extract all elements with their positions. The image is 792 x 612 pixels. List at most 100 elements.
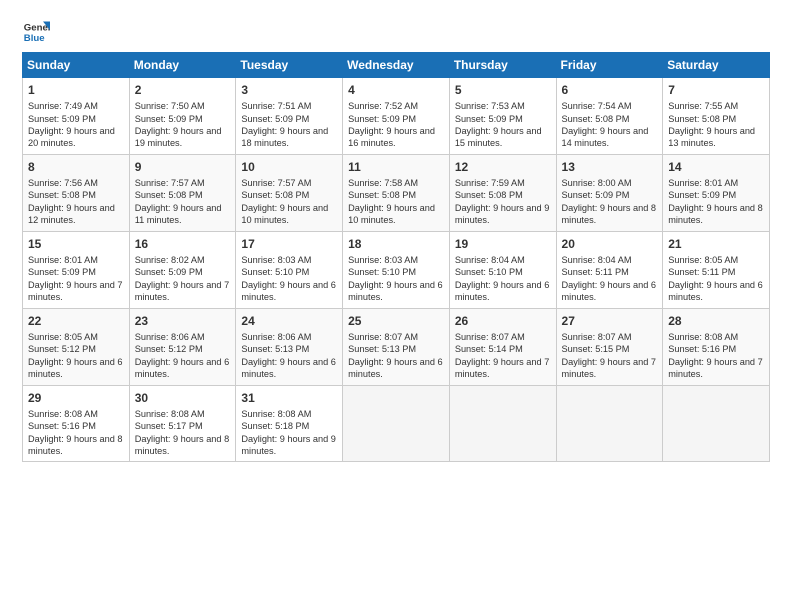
cell-content: Sunrise: 8:05 AMSunset: 5:11 PMDaylight:…	[668, 254, 764, 304]
cell-content: Sunrise: 8:05 AMSunset: 5:12 PMDaylight:…	[28, 331, 124, 381]
calendar-week-2: 8 Sunrise: 7:56 AMSunset: 5:08 PMDaylight…	[23, 154, 770, 231]
calendar-day-13: 13 Sunrise: 8:00 AMSunset: 5:09 PMDayligh…	[556, 154, 663, 231]
calendar-day-30: 30Sunrise: 8:08 AMSunset: 5:17 PMDayligh…	[129, 385, 236, 462]
calendar-day-15: 15 Sunrise: 8:01 AMSunset: 5:09 PMDayligh…	[23, 231, 130, 308]
day-number: 27	[562, 313, 658, 329]
calendar-day-14: 14 Sunrise: 8:01 AMSunset: 5:09 PMDayligh…	[663, 154, 770, 231]
logo: General Blue	[22, 18, 50, 46]
day-number: 14	[668, 159, 764, 175]
header-monday: Monday	[129, 53, 236, 78]
day-number: 6	[562, 82, 658, 98]
cell-content: Sunrise: 7:55 AMSunset: 5:08 PMDaylight:…	[668, 100, 764, 150]
cell-content: Sunrise: 7:53 AMSunset: 5:09 PMDaylight:…	[455, 100, 551, 150]
cell-content: Sunrise: 7:54 AMSunset: 5:08 PMDaylight:…	[562, 100, 658, 150]
header-tuesday: Tuesday	[236, 53, 343, 78]
day-number: 21	[668, 236, 764, 252]
cell-content: Sunrise: 7:49 AMSunset: 5:09 PMDaylight:…	[28, 100, 124, 150]
calendar-day-10: 10Sunrise: 7:57 AMSunset: 5:08 PMDayligh…	[236, 154, 343, 231]
calendar-empty	[449, 385, 556, 462]
header-friday: Friday	[556, 53, 663, 78]
cell-content: Sunrise: 8:03 AMSunset: 5:10 PMDaylight:…	[348, 254, 444, 304]
day-number: 22	[28, 313, 124, 329]
header: General Blue	[22, 18, 770, 46]
logo-icon: General Blue	[22, 18, 50, 46]
svg-text:Blue: Blue	[24, 33, 45, 44]
cell-content: Sunrise: 8:03 AMSunset: 5:10 PMDaylight:…	[241, 254, 337, 304]
day-number: 23	[135, 313, 231, 329]
day-number: 24	[241, 313, 337, 329]
day-number: 12	[455, 159, 551, 175]
calendar-day-19: 19Sunrise: 8:04 AMSunset: 5:10 PMDayligh…	[449, 231, 556, 308]
day-number: 13	[562, 159, 658, 175]
day-number: 3	[241, 82, 337, 98]
calendar-day-1: 1 Sunrise: 7:49 AMSunset: 5:09 PMDaylight…	[23, 78, 130, 155]
calendar-day-3: 3Sunrise: 7:51 AMSunset: 5:09 PMDaylight…	[236, 78, 343, 155]
calendar-week-4: 22 Sunrise: 8:05 AMSunset: 5:12 PMDayligh…	[23, 308, 770, 385]
calendar-week-5: 29Sunrise: 8:08 AMSunset: 5:16 PMDayligh…	[23, 385, 770, 462]
cell-content: Sunrise: 8:07 AMSunset: 5:15 PMDaylight:…	[562, 331, 658, 381]
day-number: 9	[135, 159, 231, 175]
day-number: 7	[668, 82, 764, 98]
cell-content: Sunrise: 8:08 AMSunset: 5:16 PMDaylight:…	[28, 408, 124, 458]
header-wednesday: Wednesday	[343, 53, 450, 78]
calendar-day-2: 2Sunrise: 7:50 AMSunset: 5:09 PMDaylight…	[129, 78, 236, 155]
day-number: 26	[455, 313, 551, 329]
day-number: 1	[28, 82, 124, 98]
day-number: 31	[241, 390, 337, 406]
cell-content: Sunrise: 8:00 AMSunset: 5:09 PMDaylight:…	[562, 177, 658, 227]
calendar-day-16: 16 Sunrise: 8:02 AMSunset: 5:09 PMDayligh…	[129, 231, 236, 308]
calendar-day-12: 12 Sunrise: 7:59 AMSunset: 5:08 PMDayligh…	[449, 154, 556, 231]
day-number: 30	[135, 390, 231, 406]
calendar-day-22: 22 Sunrise: 8:05 AMSunset: 5:12 PMDayligh…	[23, 308, 130, 385]
calendar-day-11: 11 Sunrise: 7:58 AMSunset: 5:08 PMDayligh…	[343, 154, 450, 231]
cell-content: Sunrise: 8:01 AMSunset: 5:09 PMDaylight:…	[28, 254, 124, 304]
calendar-day-26: 26 Sunrise: 8:07 AMSunset: 5:14 PMDayligh…	[449, 308, 556, 385]
calendar-day-27: 27 Sunrise: 8:07 AMSunset: 5:15 PMDayligh…	[556, 308, 663, 385]
calendar-day-17: 17Sunrise: 8:03 AMSunset: 5:10 PMDayligh…	[236, 231, 343, 308]
page: General Blue SundayMondayTuesdayWednesda…	[0, 0, 792, 472]
calendar-table: SundayMondayTuesdayWednesdayThursdayFrid…	[22, 52, 770, 462]
calendar-day-8: 8 Sunrise: 7:56 AMSunset: 5:08 PMDaylight…	[23, 154, 130, 231]
header-thursday: Thursday	[449, 53, 556, 78]
cell-content: Sunrise: 8:06 AMSunset: 5:12 PMDaylight:…	[135, 331, 231, 381]
cell-content: Sunrise: 7:58 AMSunset: 5:08 PMDaylight:…	[348, 177, 444, 227]
calendar-empty	[343, 385, 450, 462]
calendar-header-row: SundayMondayTuesdayWednesdayThursdayFrid…	[23, 53, 770, 78]
calendar-day-7: 7 Sunrise: 7:55 AMSunset: 5:08 PMDaylight…	[663, 78, 770, 155]
calendar-day-31: 31 Sunrise: 8:08 AMSunset: 5:18 PMDayligh…	[236, 385, 343, 462]
calendar-day-20: 20 Sunrise: 8:04 AMSunset: 5:11 PMDayligh…	[556, 231, 663, 308]
cell-content: Sunrise: 7:56 AMSunset: 5:08 PMDaylight:…	[28, 177, 124, 227]
calendar-day-6: 6 Sunrise: 7:54 AMSunset: 5:08 PMDaylight…	[556, 78, 663, 155]
cell-content: Sunrise: 8:02 AMSunset: 5:09 PMDaylight:…	[135, 254, 231, 304]
day-number: 5	[455, 82, 551, 98]
calendar-day-23: 23 Sunrise: 8:06 AMSunset: 5:12 PMDayligh…	[129, 308, 236, 385]
header-sunday: Sunday	[23, 53, 130, 78]
cell-content: Sunrise: 8:01 AMSunset: 5:09 PMDaylight:…	[668, 177, 764, 227]
cell-content: Sunrise: 8:06 AMSunset: 5:13 PMDaylight:…	[241, 331, 337, 381]
calendar-day-25: 25 Sunrise: 8:07 AMSunset: 5:13 PMDayligh…	[343, 308, 450, 385]
calendar-day-18: 18 Sunrise: 8:03 AMSunset: 5:10 PMDayligh…	[343, 231, 450, 308]
cell-content: Sunrise: 8:04 AMSunset: 5:10 PMDaylight:…	[455, 254, 551, 304]
calendar-empty	[556, 385, 663, 462]
cell-content: Sunrise: 8:08 AMSunset: 5:16 PMDaylight:…	[668, 331, 764, 381]
day-number: 28	[668, 313, 764, 329]
day-number: 4	[348, 82, 444, 98]
cell-content: Sunrise: 8:07 AMSunset: 5:14 PMDaylight:…	[455, 331, 551, 381]
day-number: 11	[348, 159, 444, 175]
day-number: 25	[348, 313, 444, 329]
calendar-day-4: 4 Sunrise: 7:52 AMSunset: 5:09 PMDaylight…	[343, 78, 450, 155]
cell-content: Sunrise: 8:08 AMSunset: 5:18 PMDaylight:…	[241, 408, 337, 458]
day-number: 15	[28, 236, 124, 252]
calendar-week-1: 1 Sunrise: 7:49 AMSunset: 5:09 PMDaylight…	[23, 78, 770, 155]
cell-content: Sunrise: 7:50 AMSunset: 5:09 PMDaylight:…	[135, 100, 231, 150]
cell-content: Sunrise: 7:59 AMSunset: 5:08 PMDaylight:…	[455, 177, 551, 227]
cell-content: Sunrise: 7:52 AMSunset: 5:09 PMDaylight:…	[348, 100, 444, 150]
cell-content: Sunrise: 8:04 AMSunset: 5:11 PMDaylight:…	[562, 254, 658, 304]
day-number: 18	[348, 236, 444, 252]
day-number: 16	[135, 236, 231, 252]
calendar-day-5: 5 Sunrise: 7:53 AMSunset: 5:09 PMDaylight…	[449, 78, 556, 155]
cell-content: Sunrise: 8:07 AMSunset: 5:13 PMDaylight:…	[348, 331, 444, 381]
day-number: 20	[562, 236, 658, 252]
day-number: 8	[28, 159, 124, 175]
cell-content: Sunrise: 7:57 AMSunset: 5:08 PMDaylight:…	[135, 177, 231, 227]
